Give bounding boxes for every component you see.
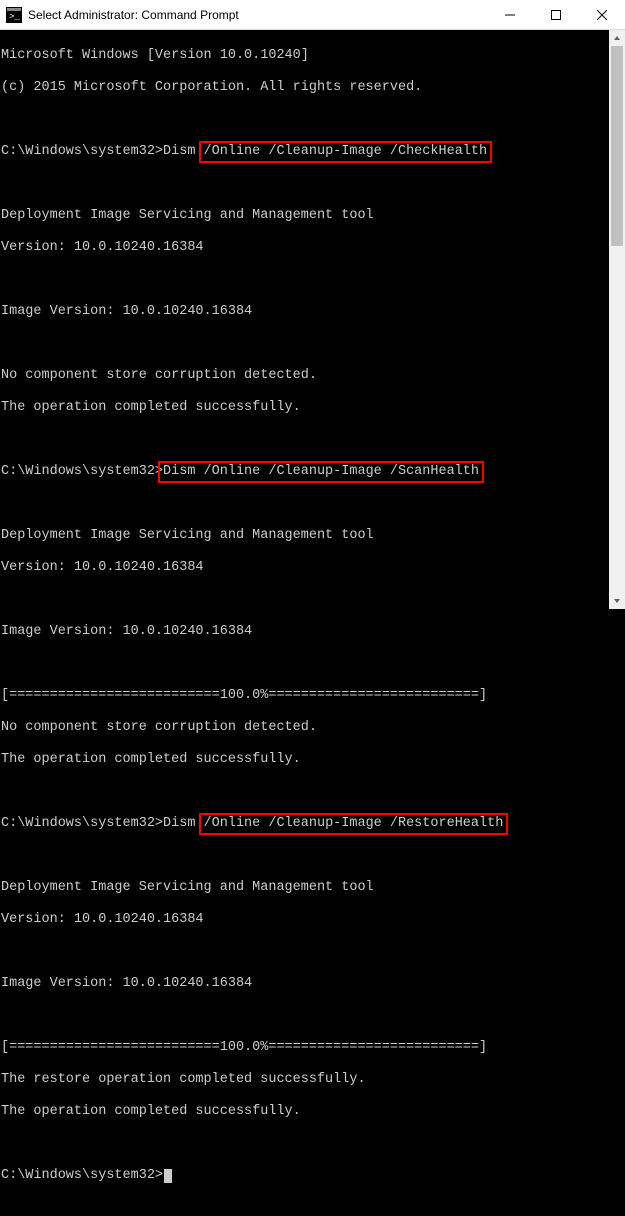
output-line: Deployment Image Servicing and Managemen… (1, 528, 609, 544)
command-line: C:\Windows\system32>Dism /Online /Cleanu… (1, 464, 609, 480)
output-line: Image Version: 10.0.10240.16384 (1, 304, 609, 320)
output-line: Microsoft Windows [Version 10.0.10240] (1, 48, 609, 64)
output-line: Image Version: 10.0.10240.16384 (1, 976, 609, 992)
prompt: C:\Windows\system32>Dism (1, 144, 204, 159)
svg-text:>_: >_ (9, 12, 20, 22)
prompt-line: C:\Windows\system32> (1, 1168, 609, 1184)
highlighted-command: /Online /Cleanup-Image /RestoreHealth (199, 813, 509, 835)
scroll-down-arrow-icon[interactable] (609, 593, 625, 609)
terminal-area: Microsoft Windows [Version 10.0.10240] (… (0, 30, 625, 609)
output-line: Version: 10.0.10240.16384 (1, 912, 609, 928)
vertical-scrollbar[interactable] (609, 30, 625, 609)
output-line: The restore operation completed successf… (1, 1072, 609, 1088)
titlebar[interactable]: >_ Select Administrator: Command Prompt (0, 0, 625, 30)
cmd-icon: >_ (6, 7, 22, 23)
output-line: No component store corruption detected. (1, 720, 609, 736)
output-line: The operation completed successfully. (1, 400, 609, 416)
output-line: (c) 2015 Microsoft Corporation. All righ… (1, 80, 609, 96)
highlighted-command: /Online /Cleanup-Image /CheckHealth (199, 141, 493, 163)
prompt: C:\Windows\system32> (1, 1168, 163, 1183)
output-line: Deployment Image Servicing and Managemen… (1, 880, 609, 896)
terminal-output[interactable]: Microsoft Windows [Version 10.0.10240] (… (0, 30, 609, 609)
output-line: The operation completed successfully. (1, 1104, 609, 1120)
scroll-up-arrow-icon[interactable] (609, 30, 625, 46)
scroll-thumb[interactable] (611, 46, 623, 246)
output-line: No component store corruption detected. (1, 368, 609, 384)
output-line: Version: 10.0.10240.16384 (1, 240, 609, 256)
window-title: Select Administrator: Command Prompt (28, 8, 487, 22)
window-controls (487, 0, 625, 29)
output-line: Image Version: 10.0.10240.16384 (1, 624, 609, 640)
maximize-button[interactable] (533, 0, 579, 30)
output-line: Deployment Image Servicing and Managemen… (1, 208, 609, 224)
command-line: C:\Windows\system32>Dism /Online /Cleanu… (1, 816, 609, 832)
highlighted-command: Dism /Online /Cleanup-Image /ScanHealth (158, 461, 484, 483)
cursor (164, 1169, 172, 1183)
output-line: The operation completed successfully. (1, 752, 609, 768)
output-line: Version: 10.0.10240.16384 (1, 560, 609, 576)
output-line: [==========================100.0%=======… (1, 688, 609, 704)
minimize-button[interactable] (487, 0, 533, 30)
output-line: [==========================100.0%=======… (1, 1040, 609, 1056)
close-button[interactable] (579, 0, 625, 30)
prompt: C:\Windows\system32>Dism (1, 816, 204, 831)
command-line: C:\Windows\system32>Dism /Online /Cleanu… (1, 144, 609, 160)
prompt: C:\Windows\system32> (1, 464, 163, 479)
